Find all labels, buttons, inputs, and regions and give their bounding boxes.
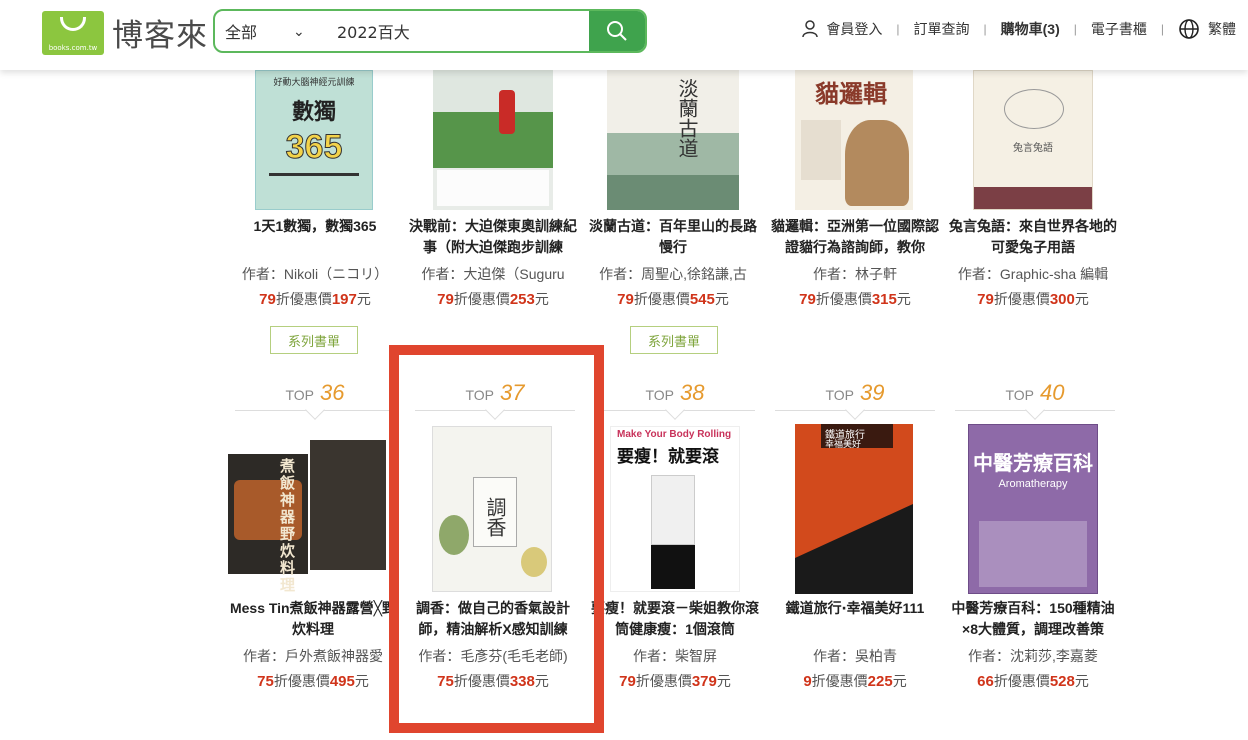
series-list-button[interactable]: 系列書單 — [270, 326, 358, 354]
search-category-select[interactable]: 全部 ⌄ — [215, 11, 325, 51]
book-cover-cat[interactable]: 貓邏輯 — [795, 70, 913, 210]
orders-link[interactable]: 訂單查詢 — [914, 19, 970, 39]
nav-divider: | — [1160, 22, 1164, 36]
search-button[interactable] — [589, 11, 645, 51]
user-icon — [802, 20, 819, 38]
book-price: 75折優惠價338元 — [437, 673, 549, 690]
book-author[interactable]: 作者：大迫傑（Suguru — [408, 264, 578, 284]
search-category-label: 全部 — [225, 25, 258, 42]
language-label: 繁體 — [1208, 21, 1236, 37]
cover-text: 淡蘭古道 — [675, 78, 699, 158]
book-item: 貓邏輯：亞洲第一位國際認證貓行為諮詢師，教你 作者：林子軒 79折優惠價315元 — [770, 216, 940, 310]
cover-text: 調香 — [483, 497, 507, 537]
book-title[interactable]: 淡蘭古道：百年里山的長路慢行 — [588, 216, 758, 258]
logo-domain: books.com.tw — [48, 43, 98, 52]
book-item: 鐵道旅行‧幸福美好111 作者：吳柏青 9折優惠價225元 — [770, 598, 940, 692]
book-price: 66折優惠價528元 — [977, 673, 1089, 690]
logo-icon: books.com.tw — [42, 10, 104, 55]
cover-text: 幸福美好 — [825, 439, 862, 449]
book-author[interactable]: 作者：林子軒 — [770, 264, 940, 284]
book-price: 79折優惠價315元 — [799, 291, 911, 308]
book-title[interactable]: 貓邏輯：亞洲第一位國際認證貓行為諮詢師，教你 — [770, 216, 940, 258]
book-cover-messtin[interactable]: 煮飯神器野炊料理 — [228, 440, 388, 594]
book-author[interactable]: 作者：毛彥芬(毛毛老師) — [408, 646, 578, 666]
book-price: 9折優惠價225元 — [803, 673, 907, 690]
cover-text: 要瘦！就要滾 — [617, 447, 719, 466]
search-bar: 全部 ⌄ — [213, 9, 647, 53]
book-author[interactable]: 作者：柴智屏 — [590, 646, 760, 666]
cover-text: 好動大腦神經元訓練 — [273, 77, 355, 87]
cover-text: 數獨 — [291, 99, 336, 124]
cover-text: 中醫芳療百科 — [973, 451, 1093, 475]
cover-text: Make Your Body Rolling — [617, 429, 732, 440]
book-item: Mess Tin煮飯神器露營╳野炊料理 作者：戶外煮飯神器愛 75折優惠價495… — [228, 598, 398, 692]
globe-icon — [1179, 19, 1199, 39]
book-item: 中醫芳療百科：150種精油×8大體質，調理改善策 作者：沈莉莎,李嘉菱 66折優… — [948, 598, 1118, 692]
book-author[interactable]: 作者：周聖心,徐銘謙,古 — [588, 264, 758, 284]
book-cover-perfume[interactable]: 調香 — [432, 426, 552, 592]
login-link[interactable]: 會員登入 — [800, 19, 882, 39]
series-list-button[interactable]: 系列書單 — [630, 326, 718, 354]
book-price: 79折優惠價545元 — [617, 291, 729, 308]
book-price: 79折優惠價300元 — [977, 291, 1089, 308]
book-title[interactable]: 中醫芳療百科：150種精油×8大體質，調理改善策 — [948, 598, 1118, 640]
book-title[interactable]: 調香：做自己的香氣設計師，精油解析X感知訓練 — [408, 598, 578, 640]
book-author[interactable]: 作者：Graphic-sha 編輯 — [948, 264, 1118, 284]
book-item: 決戰前：大迫傑東奧訓練紀事（附大迫傑跑步訓練 作者：大迫傑（Suguru 79折… — [408, 216, 578, 310]
book-title[interactable]: 要瘦！就要滾－柴姐教你滾筒健康瘦：1個滾筒 — [590, 598, 760, 640]
book-title[interactable]: 1天1數獨，數獨365 — [230, 216, 400, 258]
book-cover-sudoku[interactable]: 好動大腦神經元訓練 數獨 365 — [255, 70, 373, 210]
book-cover-rail[interactable]: 鐵道旅行 幸福美好 — [795, 424, 913, 594]
logo-text: 博客來 — [112, 18, 208, 54]
ebooks-link[interactable]: 電子書櫃 — [1091, 19, 1147, 39]
nav-divider: | — [896, 22, 900, 36]
search-input[interactable] — [325, 11, 589, 51]
book-author[interactable]: 作者：沈莉莎,李嘉菱 — [948, 646, 1118, 666]
nav-divider: | — [983, 22, 987, 36]
book-cover-rabbit[interactable]: 兔言兔語 — [973, 70, 1093, 210]
book-price: 75折優惠價495元 — [257, 673, 369, 690]
book-author[interactable]: 作者：吳柏青 — [770, 646, 940, 666]
cover-text: 煮飯神器野炊料理 — [280, 458, 296, 594]
book-item: 1天1數獨，數獨365 作者：Nikoli（ニコリ） 79折優惠價197元 — [230, 216, 400, 310]
language-switch[interactable]: 繁體 — [1178, 18, 1236, 40]
book-item: 兔言兔語：來自世界各地的可愛兔子用語 作者：Graphic-sha 編輯 79折… — [948, 216, 1118, 310]
book-price: 79折優惠價379元 — [619, 673, 731, 690]
book-cover-aroma[interactable]: 中醫芳療百科 Aromatherapy — [968, 424, 1098, 594]
site-logo[interactable]: books.com.tw 博客來 — [42, 10, 208, 55]
book-title[interactable]: 鐵道旅行‧幸福美好111 — [770, 598, 940, 640]
cover-text: Aromatherapy — [998, 478, 1068, 490]
book-title[interactable]: Mess Tin煮飯神器露營╳野炊料理 — [228, 598, 398, 640]
chevron-down-icon: ⌄ — [293, 22, 305, 39]
cover-text: 365 — [285, 128, 343, 167]
book-cover-marathon[interactable] — [433, 70, 553, 210]
book-cover-rolling[interactable]: Make Your Body Rolling 要瘦！就要滾 — [610, 426, 740, 592]
book-price: 79折優惠價197元 — [259, 291, 371, 308]
book-title[interactable]: 兔言兔語：來自世界各地的可愛兔子用語 — [948, 216, 1118, 258]
book-author[interactable]: 作者：戶外煮飯神器愛 — [228, 646, 398, 666]
cart-link[interactable]: 購物車(3) — [1001, 19, 1060, 39]
site-header: books.com.tw 博客來 全部 ⌄ 會員登入 | 訂單查詢 | 購物車(… — [0, 0, 1248, 70]
cover-text: 兔言兔語 — [1013, 143, 1053, 154]
book-item: 要瘦！就要滾－柴姐教你滾筒健康瘦：1個滾筒 作者：柴智屏 79折優惠價379元 — [590, 598, 760, 692]
book-cover-trail[interactable]: 淡蘭古道 — [607, 70, 739, 210]
book-price: 79折優惠價253元 — [437, 291, 549, 308]
book-item: 淡蘭古道：百年里山的長路慢行 作者：周聖心,徐銘謙,古 79折優惠價545元 — [588, 216, 758, 310]
login-label: 會員登入 — [826, 21, 883, 37]
book-item: 調香：做自己的香氣設計師，精油解析X感知訓練 作者：毛彥芬(毛毛老師) 75折優… — [408, 598, 578, 692]
nav-divider: | — [1073, 22, 1077, 36]
book-author[interactable]: 作者：Nikoli（ニコリ） — [230, 264, 400, 284]
top-navigation: 會員登入 | 訂單查詢 | 購物車(3) | 電子書櫃 | 繁體 — [800, 18, 1236, 40]
cover-text: 貓邏輯 — [815, 81, 887, 108]
book-title[interactable]: 決戰前：大迫傑東奧訓練紀事（附大迫傑跑步訓練 — [408, 216, 578, 258]
search-icon — [607, 21, 627, 41]
